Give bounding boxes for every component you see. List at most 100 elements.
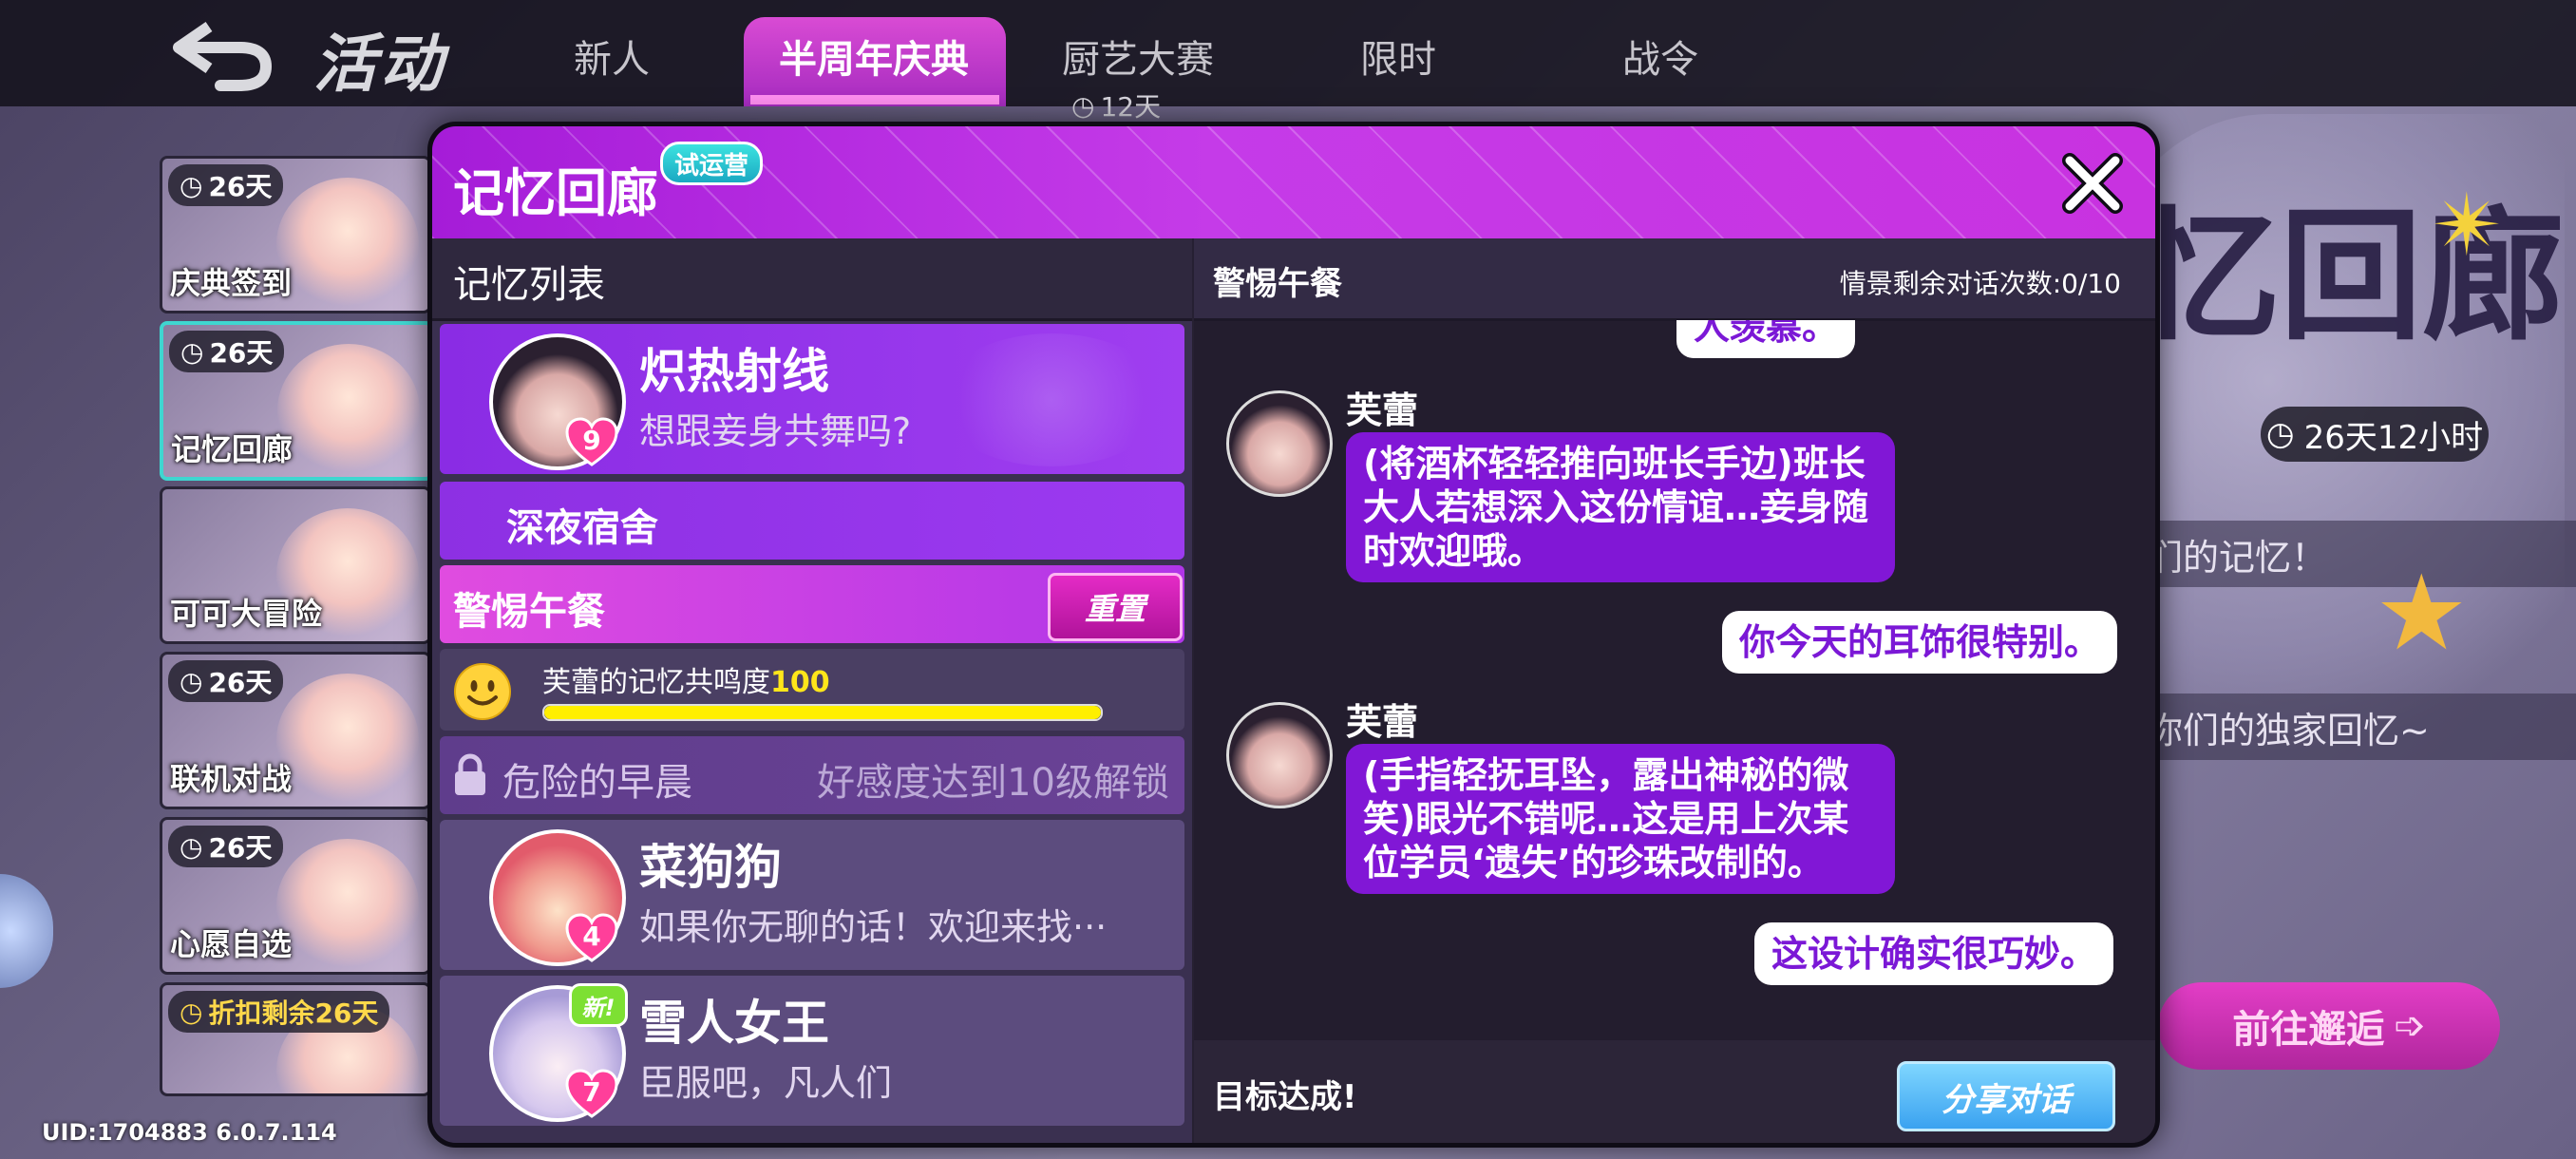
sparkle-icon: ✴ [2432, 176, 2504, 276]
unlock-hint: 好感度达到10级解锁 [817, 761, 1169, 805]
remaining-dialogue-count: 情景剩余对话次数:0/10 [1839, 268, 2121, 299]
memory-list-title: 记忆列表 [453, 263, 605, 307]
active-tab-indicator [750, 95, 999, 104]
speaker-name: 芙蕾 [1346, 390, 1419, 431]
event-timer-text: 26天 [208, 667, 273, 698]
memory-quote: 想跟妾身共舞吗? [639, 410, 912, 452]
memory-list-header: 记忆列表 [432, 238, 1192, 321]
tab-cooking-contest[interactable]: 厨艺大赛 [1062, 28, 1214, 84]
modal-title: 记忆回廊 [453, 163, 658, 223]
event-timer-text: 26天 [209, 337, 274, 369]
scene-label: 深夜宿舍 [506, 506, 658, 550]
event-label: 可可大冒险 [170, 596, 323, 632]
resonance-row: 芙蕾的记忆共鸣度100 [440, 649, 1184, 731]
locked-scene: 危险的早晨 好感度达到10级解锁 [440, 736, 1184, 814]
scene-label: 警惕午餐 [453, 590, 605, 634]
side-event-card[interactable]: 可可大冒险 [160, 486, 431, 644]
background-text-line: 你们的独家回忆~ [2137, 694, 2576, 760]
tab-timer: ◷ 12天 [1071, 87, 1161, 124]
chat-panel: 警惕午餐 情景剩余对话次数:0/10 人羡慕。 芙蕾 (将酒杯轻轻推向班长手边)… [1194, 238, 2155, 1143]
scene-item-active[interactable]: 警惕午餐 重置 [440, 565, 1184, 643]
player-message-bubble: 你今天的耳饰很特别。 [1722, 611, 2118, 674]
arrow-right-icon: ➩ [2394, 1004, 2426, 1048]
event-label: 记忆回廊 [171, 431, 294, 467]
speaker-avatar [1226, 702, 1333, 808]
clock-icon: ◷ [180, 169, 203, 201]
chat-scroll-area[interactable]: 人羡慕。 芙蕾 (将酒杯轻轻推向班长手边)班长大人若想深入这份情谊…妾身随时欢迎… [1194, 320, 2155, 1040]
npc-message-bubble: (手指轻抚耳坠，露出神秘的微笑)眼光不错呢…这是用上次某位学员‘遗失’的珍珠改制… [1346, 744, 1895, 894]
resonance-bar [542, 704, 1103, 721]
share-dialogue-button[interactable]: 分享对话 [1897, 1061, 2115, 1131]
goto-encounter-button[interactable]: 前往邂逅 ➩ [2158, 982, 2500, 1070]
event-art [276, 178, 419, 311]
resonance-label-text: 芙蕾的记忆共鸣度 [542, 666, 770, 699]
clock-icon: ◷ [180, 830, 203, 863]
tab-battle-pass[interactable]: 战令 [1622, 28, 1698, 84]
chat-footer: 目标达成! 分享对话 [1194, 1040, 2155, 1143]
chat-title: 警惕午餐 [1213, 265, 1342, 303]
uid-label: UID:1704883 6.0.7.114 [42, 1119, 337, 1146]
memory-card[interactable]: 4 菜狗狗 如果你无聊的话！欢迎来找··· [440, 820, 1184, 970]
resonance-bar-fill [544, 706, 1101, 719]
card-watermark [938, 333, 1165, 466]
reset-button[interactable]: 重置 [1048, 573, 1183, 641]
back-arrow-icon[interactable] [171, 17, 275, 93]
background-text-line: 们的记忆！ [2137, 521, 2576, 587]
event-art [277, 344, 420, 477]
memory-name: 炽热射线 [639, 344, 829, 399]
event-art [276, 839, 419, 972]
memory-quote: 如果你无聊的话！欢迎来找··· [639, 906, 1108, 948]
event-timer-text: 26天12小时 [2303, 418, 2484, 457]
event-label: 联机对战 [170, 761, 293, 797]
event-timer: ◷ 26天 [168, 164, 284, 206]
tab-timer-text: 12天 [1100, 91, 1162, 123]
new-badge: 新! [569, 983, 628, 1027]
event-timer: ◷ 26天 [168, 660, 284, 702]
event-timer-badge: ◷ 26天12小时 [2261, 407, 2489, 462]
trial-badge: 试运营 [660, 142, 764, 185]
clock-icon: ◷ [2265, 415, 2295, 453]
event-timer: ◷ 折扣剩余26天 [168, 991, 390, 1033]
speaker-name: 芙蕾 [1346, 701, 1419, 743]
memory-card[interactable]: 9 炽热射线 想跟妾身共舞吗? [440, 324, 1184, 474]
affinity-level: 4 [582, 920, 601, 952]
clock-icon: ◷ [180, 665, 203, 697]
goto-label: 前往邂逅 [2232, 1008, 2385, 1052]
side-event-card[interactable]: ◷ 26天 记忆回廊 [160, 321, 433, 481]
scene-item[interactable]: 深夜宿舍 [440, 482, 1184, 560]
speaker-avatar [1226, 390, 1333, 497]
npc-message-bubble: (将酒杯轻轻推向班长手边)班长大人若想深入这份情谊…妾身随时欢迎哦。 [1346, 432, 1895, 582]
event-art [276, 674, 419, 807]
lock-icon [455, 753, 485, 795]
affinity-level: 9 [582, 424, 601, 456]
clock-icon: ◷ [180, 996, 203, 1028]
smile-icon [454, 663, 511, 720]
event-timer-text: 26天 [208, 832, 273, 864]
affinity-level: 7 [582, 1075, 601, 1108]
memory-name: 雪人女王 [639, 996, 829, 1051]
side-event-card[interactable]: ◷ 26天 联机对战 [160, 652, 431, 809]
page-title: 活动 [313, 28, 446, 101]
event-timer-text: 折扣剩余26天 [208, 998, 379, 1029]
clock-icon: ◷ [180, 335, 204, 368]
chat-header: 警惕午餐 情景剩余对话次数:0/10 [1194, 238, 2155, 321]
resonance-value: 100 [770, 666, 830, 699]
clock-icon: ◷ [1071, 89, 1095, 122]
memory-quote: 臣服吧，凡人们 [639, 1062, 893, 1104]
memory-name: 菜狗狗 [639, 840, 782, 895]
memory-corridor-modal: 记忆回廊 试运营 记忆列表 9 炽热射线 想跟妾身共舞吗? 深夜宿舍 警惕午餐 … [427, 122, 2160, 1148]
event-timer: ◷ 26天 [169, 331, 285, 372]
tab-limited[interactable]: 限时 [1360, 28, 1436, 84]
event-timer: ◷ 26天 [168, 826, 284, 867]
memory-card[interactable]: 新! 7 雪人女王 臣服吧，凡人们 [440, 976, 1184, 1126]
event-label: 庆典签到 [170, 265, 293, 301]
close-icon[interactable] [2056, 147, 2129, 219]
side-event-card[interactable]: ◷ 26天 心愿自选 [160, 817, 431, 975]
locked-scene-label: 危险的早晨 [502, 761, 692, 805]
star-icon: ★ [2375, 552, 2469, 674]
side-event-card[interactable]: ◷ 26天 庆典签到 [160, 156, 431, 314]
side-event-card[interactable]: ◷ 折扣剩余26天 [160, 982, 431, 1096]
tab-half-anniversary[interactable]: 半周年庆典 [779, 28, 969, 84]
player-message-bubble: 人羡慕。 [1676, 320, 1856, 358]
tab-newcomer[interactable]: 新人 [574, 28, 650, 84]
